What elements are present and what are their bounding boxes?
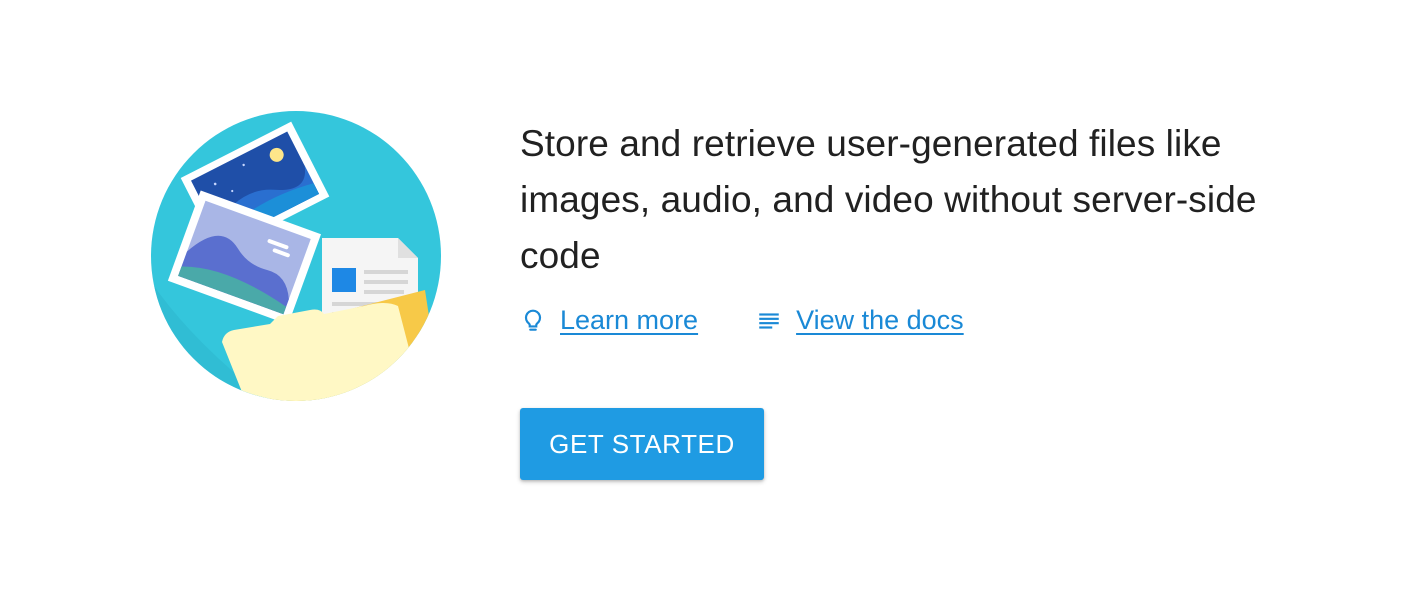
storage-intro-panel: Store and retrieve user-generated files … <box>0 0 1406 590</box>
headline: Store and retrieve user-generated files … <box>520 123 1257 276</box>
intro-content: Store and retrieve user-generated files … <box>520 116 1320 340</box>
docs-lines-icon <box>759 313 779 329</box>
view-docs-label: View the docs <box>796 304 964 335</box>
link-row: Learn more View the docs <box>520 300 1320 340</box>
storage-illustration <box>151 111 441 401</box>
learn-more-link[interactable]: Learn more <box>520 305 698 336</box>
learn-more-label: Learn more <box>560 304 699 335</box>
lightbulb-icon <box>524 309 542 331</box>
view-docs-link[interactable]: View the docs <box>756 305 964 336</box>
get-started-button[interactable]: GET STARTED <box>520 408 764 480</box>
